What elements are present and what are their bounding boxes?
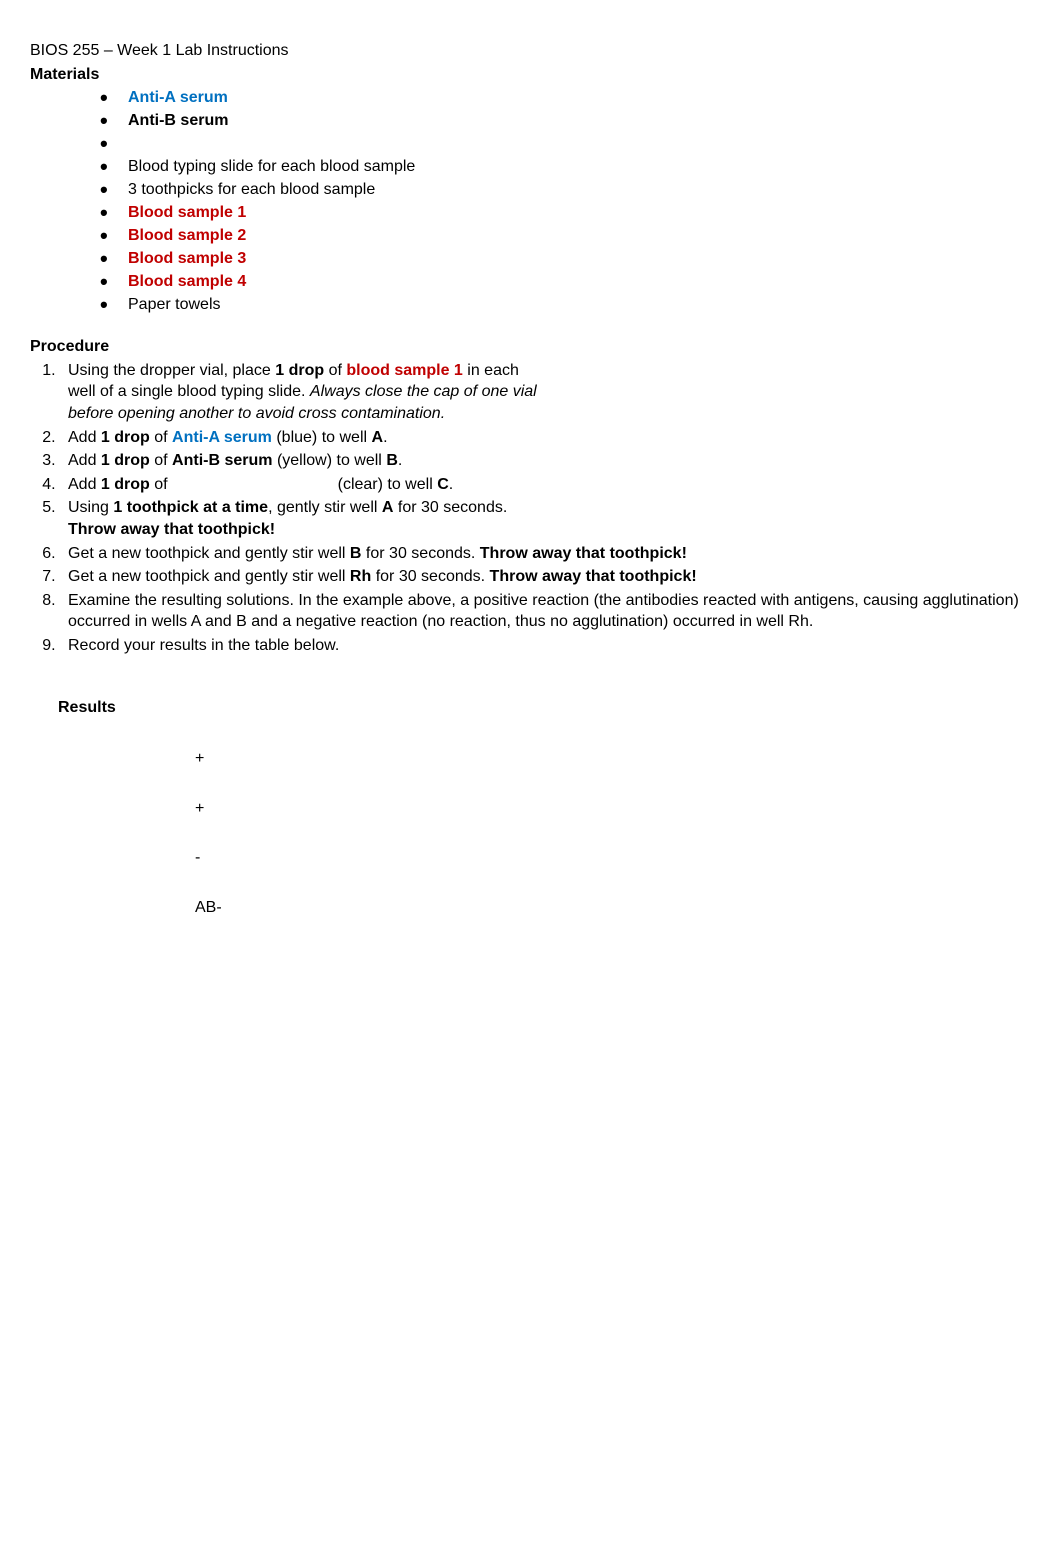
text: Get a new toothpick and gently stir well — [68, 545, 350, 562]
procedure-step-8: Examine the resulting solutions. In the … — [60, 590, 1032, 633]
text: for 30 seconds. — [371, 568, 489, 585]
procedure-step-2: Add 1 drop of Anti-A serum (blue) to wel… — [60, 427, 1032, 449]
list-item: Anti-B serum — [100, 110, 1032, 132]
text-blue: Anti-A serum — [172, 429, 272, 446]
text: Using — [68, 499, 113, 516]
material-bs2: Blood sample 2 — [128, 227, 246, 244]
text-bold: 1 drop — [101, 429, 150, 446]
text-bold: A — [372, 429, 384, 446]
list-item: Blood sample 2 — [100, 225, 1032, 247]
results-heading: Results — [58, 697, 1032, 719]
text-red: blood sample 1 — [346, 362, 462, 379]
procedure-step-1: Using the dropper vial, place 1 drop of … — [60, 360, 1032, 425]
list-item: Anti-A serum — [100, 87, 1032, 109]
procedure-step-4: Add 1 drop of (clear) to well C. — [60, 474, 1032, 496]
text: Add — [68, 429, 101, 446]
procedure-step-3: Add 1 drop of Anti-B serum (yellow) to w… — [60, 450, 1032, 472]
procedure-step-7: Get a new toothpick and gently stir well… — [60, 566, 1032, 588]
materials-heading: Materials — [30, 64, 1032, 86]
text: of — [324, 362, 346, 379]
text: Get a new toothpick and gently stir well — [68, 568, 350, 585]
text-bold: 1 drop — [101, 476, 150, 493]
materials-list: Anti-A serum Anti-B serum Blood typing s… — [100, 87, 1032, 316]
material-bs1: Blood sample 1 — [128, 204, 246, 221]
material-anti-a: Anti-A serum — [128, 89, 228, 106]
list-item: 3 toothpicks for each blood sample — [100, 179, 1032, 201]
material-anti-b: Anti-B serum — [128, 112, 228, 129]
text: Examine the resulting solutions. In the … — [68, 592, 1019, 631]
text: (yellow) to well — [273, 452, 387, 469]
material-bs4: Blood sample 4 — [128, 273, 246, 290]
text: of — [150, 429, 172, 446]
material-toothpicks: 3 toothpicks for each blood sample — [128, 181, 375, 198]
procedure-list: Using the dropper vial, place 1 drop of … — [30, 360, 1032, 657]
list-item: Blood sample 1 — [100, 202, 1032, 224]
text-bold: C — [437, 476, 449, 493]
text: Add — [68, 452, 101, 469]
procedure-heading: Procedure — [30, 336, 1032, 358]
text-bold: 1 toothpick at a time — [113, 499, 268, 516]
text-bold: Throw away that toothpick! — [68, 521, 275, 538]
results-block: + + - AB- — [195, 748, 1032, 918]
text-bold: Rh — [350, 568, 371, 585]
list-item: Blood sample 3 — [100, 248, 1032, 270]
procedure-step-6: Get a new toothpick and gently stir well… — [60, 543, 1032, 565]
text-bold: Anti-B serum — [172, 452, 272, 469]
list-item: Blood sample 4 — [100, 271, 1032, 293]
list-item: Paper towels — [100, 294, 1032, 316]
material-bs3: Blood sample 3 — [128, 250, 246, 267]
text: . — [449, 476, 453, 493]
results-row-3: - — [195, 847, 1032, 869]
results-row-1: + — [195, 748, 1032, 770]
results-row-4: AB- — [195, 897, 1032, 919]
text: , gently stir well — [268, 499, 382, 516]
text: of — [150, 476, 168, 493]
text: (clear) to well — [338, 476, 438, 493]
text: Record your results in the table below. — [68, 637, 339, 654]
text-bold: 1 drop — [275, 362, 324, 379]
text: (blue) to well — [272, 429, 372, 446]
text-bold: 1 drop — [101, 452, 150, 469]
text-bold: B — [386, 452, 398, 469]
materials-section: Anti-A serum Anti-B serum Blood typing s… — [30, 87, 1032, 316]
text-bold: A — [382, 499, 394, 516]
text-bold: Throw away that toothpick! — [480, 545, 687, 562]
procedure-step-9: Record your results in the table below. — [60, 635, 1032, 657]
text: Add — [68, 476, 101, 493]
text-bold: Throw away that toothpick! — [490, 568, 697, 585]
document-title: BIOS 255 – Week 1 Lab Instructions — [30, 40, 1032, 62]
text-bold: B — [350, 545, 362, 562]
text: for 30 seconds. — [393, 499, 507, 516]
material-towels: Paper towels — [128, 296, 221, 313]
text: . — [398, 452, 402, 469]
text: Using the dropper vial, place — [68, 362, 275, 379]
text: of — [150, 452, 172, 469]
list-item: Blood typing slide for each blood sample — [100, 156, 1032, 178]
material-slide: Blood typing slide for each blood sample — [128, 158, 415, 175]
procedure-step-5: Using 1 toothpick at a time, gently stir… — [60, 497, 1032, 540]
list-item-blank — [100, 133, 1032, 155]
text: for 30 seconds. — [361, 545, 479, 562]
results-row-2: + — [195, 798, 1032, 820]
text: . — [383, 429, 387, 446]
